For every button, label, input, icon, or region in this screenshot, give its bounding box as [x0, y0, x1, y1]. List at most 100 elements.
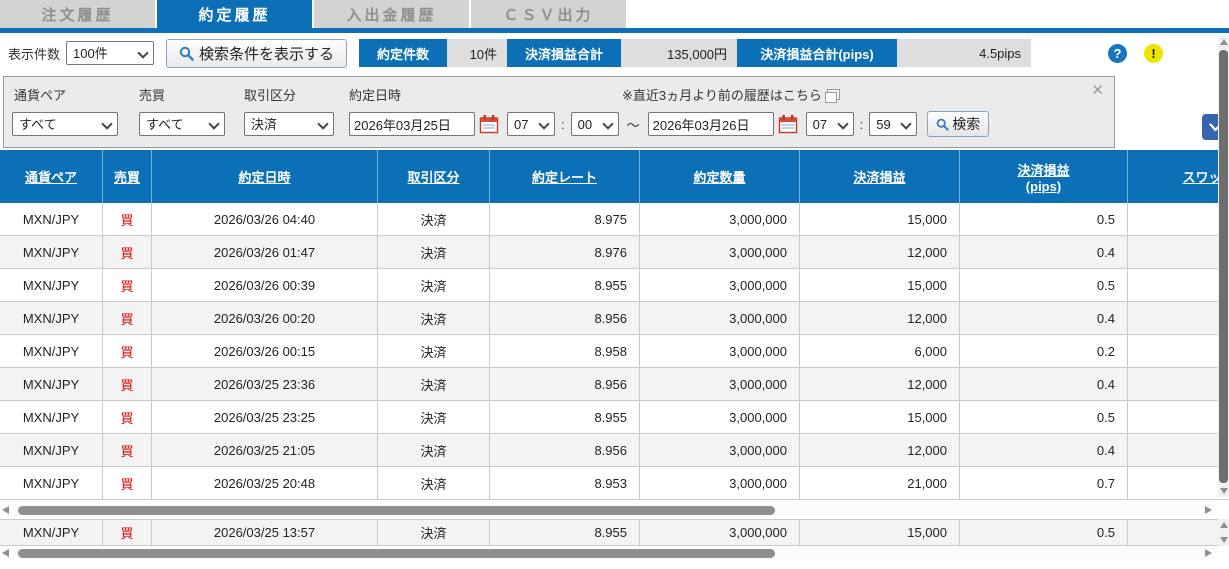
range-tilde: ～	[626, 117, 640, 133]
currency-pair-select-wrap: すべて	[12, 112, 118, 136]
vertical-scrollbar-footer[interactable]	[1218, 519, 1229, 546]
trade-type-select[interactable]: 決済	[244, 112, 334, 136]
filter-controls: すべて すべて 決済 07 : 00	[12, 111, 990, 137]
table-row[interactable]: MXN/JPY 買 2026/03/25 23:36 決済 8.956 3,00…	[0, 368, 1229, 401]
header-swap[interactable]: スワップ	[1128, 150, 1229, 203]
cell-side: 買	[103, 368, 152, 400]
tab-order-history[interactable]: 注文履歴	[0, 0, 155, 28]
warning-icon[interactable]: !	[1144, 43, 1164, 63]
display-count-select[interactable]: 100件	[66, 41, 155, 65]
cell-settlement-pl-pips: 0.7	[960, 467, 1128, 499]
header-execution-rate[interactable]: 約定レート	[490, 150, 640, 203]
calendar-to-icon[interactable]	[778, 114, 798, 134]
tab-execution-history[interactable]: 約定履歴	[157, 0, 312, 28]
table-row[interactable]: MXN/JPY 買 2026/03/25 20:48 決済 8.953 3,00…	[0, 467, 1229, 500]
cell-execution-datetime: 2026/03/25 20:48	[152, 467, 378, 499]
horizontal-scrollbar-thumb[interactable]	[18, 549, 775, 558]
scroll-up-arrow-icon[interactable]	[1219, 522, 1228, 528]
cell-settlement-pl: 21,000	[800, 467, 960, 499]
header-execution-quantity[interactable]: 約定数量	[640, 150, 800, 203]
minute-from-select[interactable]: 00	[570, 112, 619, 136]
cell-settlement-pl: 12,000	[800, 302, 960, 334]
search-filter-panel: 通貨ペア 売買 取引区分 約定日時 ※直近3ヵ月より前の履歴はこちら ✕ すべて…	[3, 76, 1115, 148]
close-filter-icon[interactable]: ✕	[1091, 81, 1104, 99]
trade-type-filter-label: 取引区分	[244, 88, 297, 103]
scroll-right-arrow-icon[interactable]	[1205, 506, 1212, 514]
scroll-up-arrow-icon[interactable]	[1219, 39, 1228, 45]
settlement-pl-total-label: 決済損益合計	[507, 39, 622, 67]
date-to-input[interactable]	[647, 112, 774, 136]
cell-execution-rate: 8.956	[490, 368, 640, 400]
vertical-scrollbar[interactable]	[1218, 36, 1229, 497]
header-execution-datetime[interactable]: 約定日時	[152, 150, 378, 203]
horizontal-scrollbar-thumb[interactable]	[18, 506, 775, 515]
cell-execution-datetime: 2026/03/26 01:47	[152, 236, 378, 268]
external-window-icon	[824, 89, 840, 103]
hour-to-select[interactable]: 07	[805, 112, 854, 136]
help-icon[interactable]: ?	[1108, 43, 1128, 63]
vertical-scrollbar-thumb[interactable]	[1219, 50, 1228, 483]
cell-trade-type: 決済	[378, 368, 490, 400]
hour-from-select[interactable]: 07	[507, 112, 555, 136]
tab-bar: 注文履歴 約定履歴 入出金履歴 ＣＳＶ出力	[0, 0, 1229, 28]
cell-settlement-pl-pips: 0.4	[960, 236, 1128, 268]
cell-settlement-pl: 12,000	[800, 236, 960, 268]
minute-to-select[interactable]: 59	[869, 112, 918, 136]
cell-side: 買	[103, 269, 152, 301]
table-row[interactable]: MXN/JPY 買 2026/03/26 00:39 決済 8.955 3,00…	[0, 269, 1229, 302]
horizontal-scrollbar-footer[interactable]	[0, 547, 1216, 560]
header-settlement-pl-pips[interactable]: 決済損益 (pips)	[960, 150, 1128, 203]
cell-settlement-pl-pips: 0.5	[960, 520, 1128, 545]
header-currency-pair[interactable]: 通貨ペア	[0, 150, 103, 203]
table-row[interactable]: MXN/JPY 買 2026/03/25 13:57 決済 8.955 3,00…	[0, 519, 1229, 546]
toolbar: 表示件数 100件 検索条件を表示する 約定件数 10件 決済損益合計 135,…	[0, 33, 1229, 73]
scroll-down-arrow-icon[interactable]	[1219, 488, 1228, 494]
cell-execution-quantity: 3,000,000	[640, 401, 800, 433]
header-side[interactable]: 売買	[103, 150, 152, 203]
cell-settlement-pl: 15,000	[800, 520, 960, 545]
search-button[interactable]: 検索	[927, 111, 990, 137]
settlement-pl-pips-label: 決済損益合計(pips)	[737, 39, 898, 67]
date-from-input[interactable]	[349, 112, 475, 136]
tab-csv-export[interactable]: ＣＳＶ出力	[471, 0, 626, 28]
cell-execution-datetime: 2026/03/25 23:25	[152, 401, 378, 433]
cell-side: 買	[103, 335, 152, 367]
settlement-pl-total-value: 135,000円	[621, 39, 738, 67]
cell-execution-quantity: 3,000,000	[640, 368, 800, 400]
cell-settlement-pl-pips: 0.5	[960, 203, 1128, 235]
calendar-from-icon[interactable]	[479, 114, 499, 134]
hour-from-select-wrap: 07	[507, 112, 555, 136]
cell-execution-rate: 8.976	[490, 236, 640, 268]
cell-settlement-pl-pips: 0.4	[960, 302, 1128, 334]
scroll-left-arrow-icon[interactable]	[2, 549, 9, 557]
scroll-down-arrow-icon[interactable]	[1219, 537, 1228, 543]
header-trade-type[interactable]: 取引区分	[378, 150, 490, 203]
table-row[interactable]: MXN/JPY 買 2026/03/26 00:20 決済 8.956 3,00…	[0, 302, 1229, 335]
cell-swap	[1128, 368, 1229, 400]
cell-swap	[1128, 269, 1229, 301]
search-criteria-toggle-button[interactable]: 検索条件を表示する	[166, 38, 348, 68]
cell-trade-type: 決済	[378, 520, 490, 545]
cell-settlement-pl: 12,000	[800, 434, 960, 466]
scroll-left-arrow-icon[interactable]	[2, 506, 9, 514]
cell-side: 買	[103, 302, 152, 334]
horizontal-scrollbar[interactable]	[0, 504, 1216, 517]
cell-execution-datetime: 2026/03/26 00:20	[152, 302, 378, 334]
cell-execution-rate: 8.975	[490, 203, 640, 235]
older-history-link[interactable]: ※直近3ヵ月より前の履歴はこちら	[622, 85, 840, 104]
cell-execution-rate: 8.958	[490, 335, 640, 367]
scroll-right-arrow-icon[interactable]	[1205, 549, 1212, 557]
side-select[interactable]: すべて	[139, 112, 225, 136]
table-row[interactable]: MXN/JPY 買 2026/03/26 01:47 決済 8.976 3,00…	[0, 236, 1229, 269]
header-settlement-pl[interactable]: 決済損益	[800, 150, 960, 203]
cell-currency-pair: MXN/JPY	[0, 236, 103, 268]
table-row[interactable]: MXN/JPY 買 2026/03/26 00:15 決済 8.958 3,00…	[0, 335, 1229, 368]
cell-settlement-pl-pips: 0.5	[960, 401, 1128, 433]
table-row[interactable]: MXN/JPY 買 2026/03/25 21:05 決済 8.956 3,00…	[0, 434, 1229, 467]
table-row[interactable]: MXN/JPY 買 2026/03/26 04:40 決済 8.975 3,00…	[0, 203, 1229, 236]
tab-deposit-withdrawal-history[interactable]: 入出金履歴	[314, 0, 469, 28]
table-row[interactable]: MXN/JPY 買 2026/03/25 23:25 決済 8.955 3,00…	[0, 401, 1229, 434]
cell-execution-rate: 8.956	[490, 302, 640, 334]
currency-pair-select[interactable]: すべて	[12, 112, 118, 136]
cell-swap	[1128, 236, 1229, 268]
